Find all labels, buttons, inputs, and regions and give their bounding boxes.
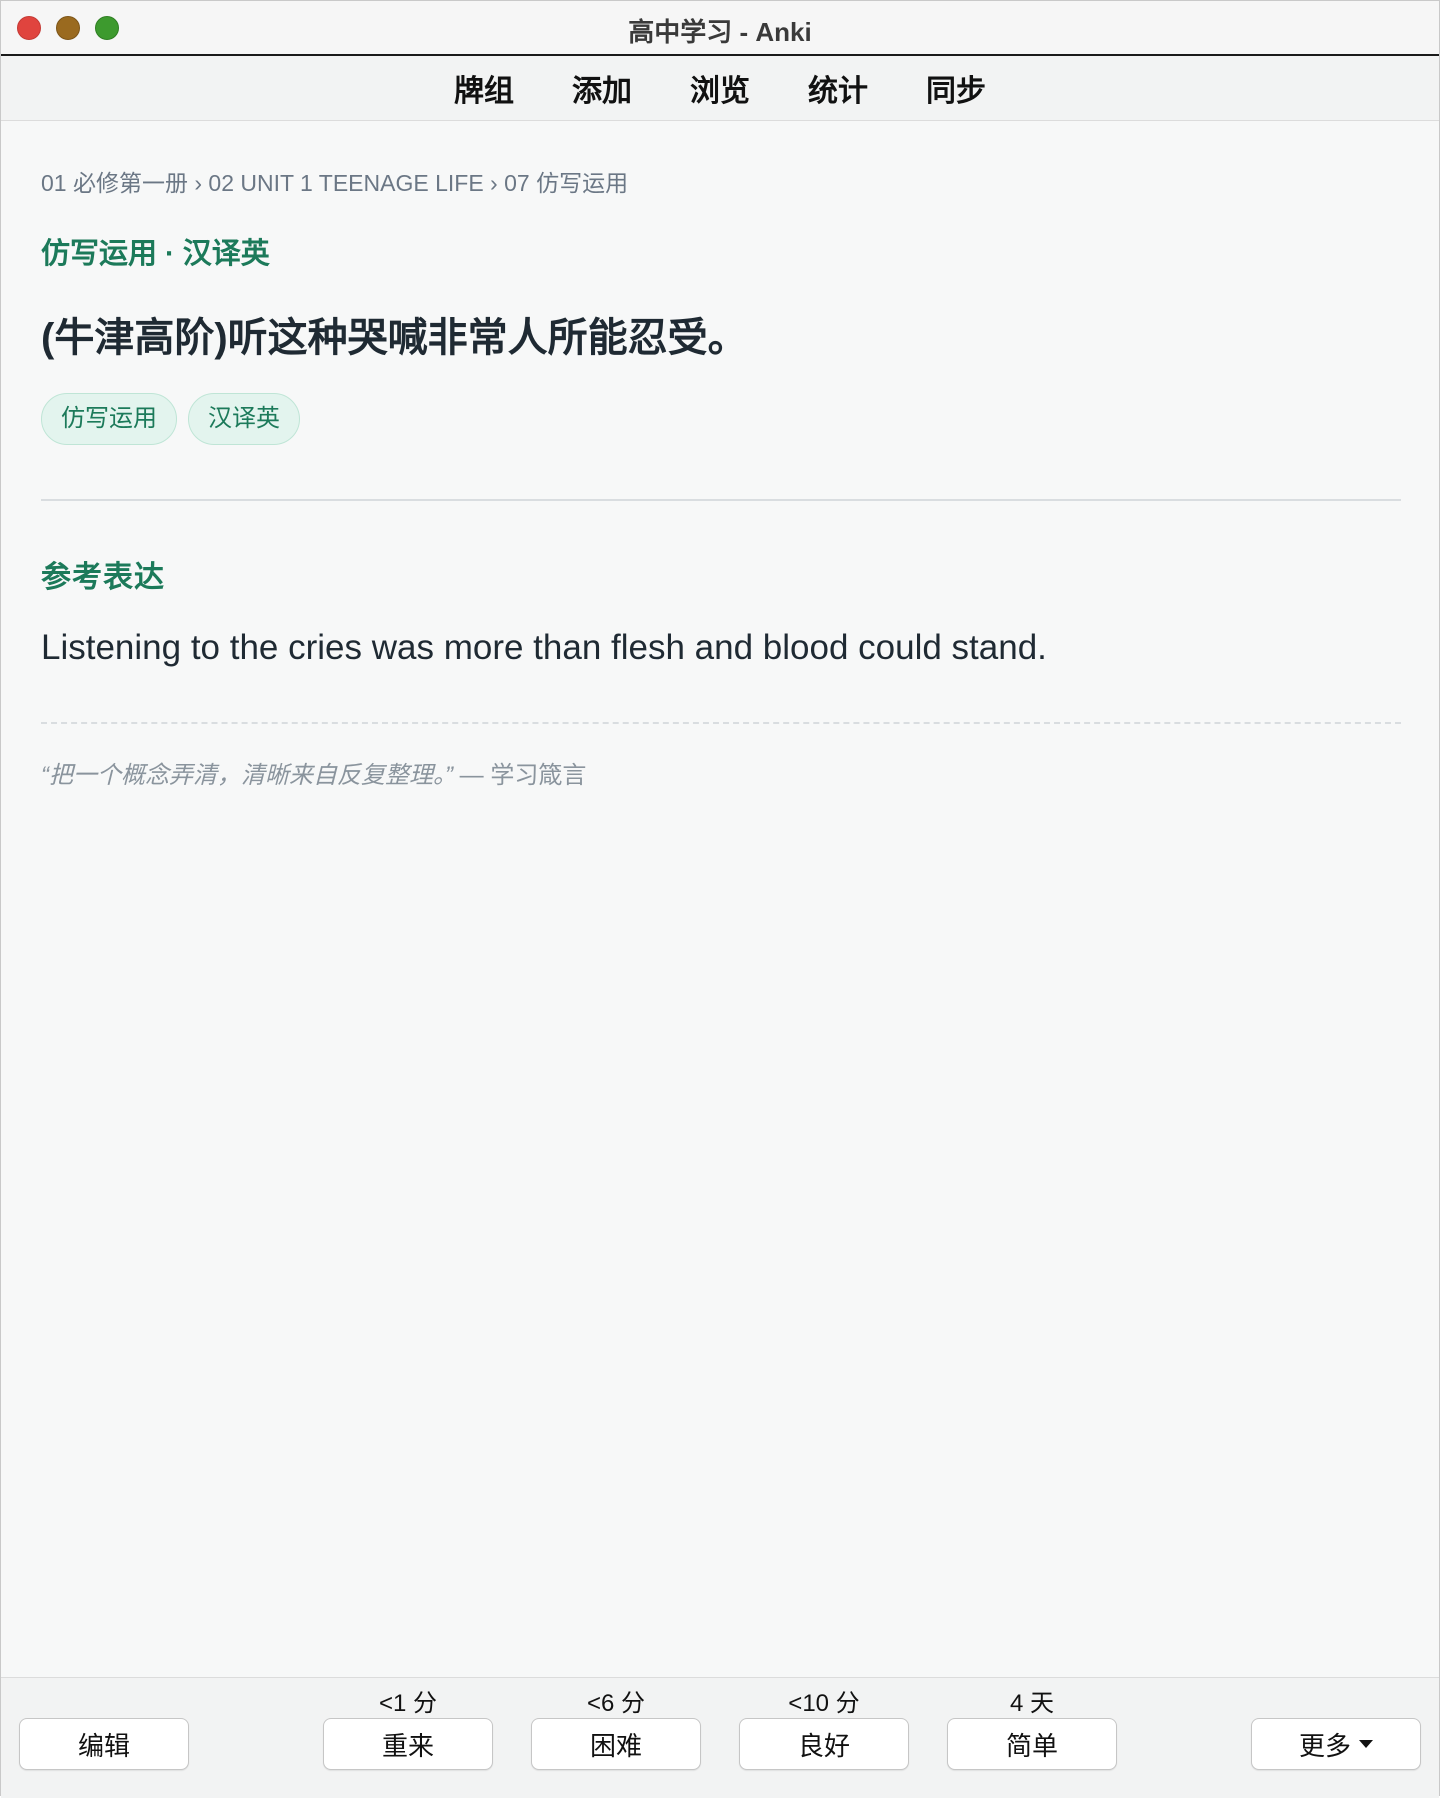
more-button[interactable]: 更多	[1251, 1718, 1421, 1770]
edit-button[interactable]: 编辑	[19, 1718, 189, 1770]
tag-chip: 仿写运用	[41, 393, 177, 445]
hard-button[interactable]: 困难	[531, 1718, 701, 1770]
toolbar-add[interactable]: 添加	[543, 66, 661, 110]
answer-text: Listening to the cries was more than fle…	[41, 628, 1047, 667]
main-toolbar: 牌组 添加 浏览 统计 同步	[1, 56, 1439, 121]
hard-interval: <6 分	[586, 1690, 646, 1717]
footer-quote: “把一个概念弄清，清晰来自反复整理。” — 学习箴言	[41, 755, 586, 790]
quote-text: “把一个概念弄清，清晰来自反复整理。”	[41, 762, 453, 789]
anki-window: 高中学习 - Anki 牌组 添加 浏览 统计 同步 01 必修第一册 › 02…	[0, 0, 1440, 1798]
toolbar-sync[interactable]: 同步	[897, 66, 1015, 110]
easy-interval: 4 天	[1009, 1690, 1054, 1717]
good-button[interactable]: 良好	[739, 1718, 909, 1770]
quote-source: — 学习箴言	[459, 762, 587, 789]
toolbar-browse[interactable]: 浏览	[661, 66, 779, 110]
card-type-label: 仿写运用 · 汉译英	[41, 238, 270, 270]
more-label: 更多	[1298, 1730, 1351, 1761]
answer-heading: 参考表达	[41, 561, 165, 594]
title-bar[interactable]: 高中学习 - Anki	[1, 1, 1439, 56]
quote-divider	[41, 722, 1401, 724]
tag-chip: 汉译英	[188, 393, 300, 445]
toolbar-decks[interactable]: 牌组	[425, 66, 543, 110]
again-interval: <1 分	[378, 1690, 438, 1717]
deck-breadcrumb: 01 必修第一册 › 02 UNIT 1 TEENAGE LIFE › 07 仿…	[41, 170, 629, 196]
easy-button[interactable]: 简单	[947, 1718, 1117, 1770]
window-title: 高中学习 - Anki	[628, 17, 812, 47]
answer-divider	[41, 499, 1401, 501]
review-bottom-bar: 编辑 <1 分 重来 <6 分 困难 <10 分 良好 4 天 简单 更多	[1, 1677, 1439, 1798]
toolbar-stats[interactable]: 统计	[779, 66, 897, 110]
tag-list: 仿写运用 汉译英	[41, 393, 300, 445]
good-interval: <10 分	[788, 1690, 860, 1717]
question-text: (牛津高阶)听这种哭喊非常人所能忍受。	[41, 316, 748, 360]
again-button[interactable]: 重来	[323, 1718, 493, 1770]
chevron-down-icon	[1359, 1740, 1373, 1748]
